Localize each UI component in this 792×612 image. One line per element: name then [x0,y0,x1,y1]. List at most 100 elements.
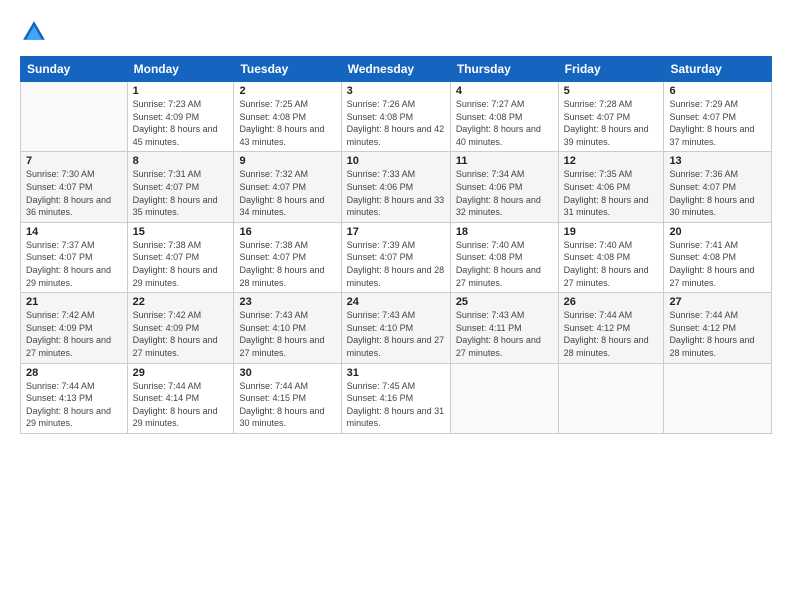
calendar-day-cell: 18Sunrise: 7:40 AMSunset: 4:08 PMDayligh… [450,222,558,292]
day-number: 4 [456,85,553,97]
weekday-header: Sunday [21,57,128,82]
page: SundayMondayTuesdayWednesdayThursdayFrid… [0,0,792,612]
day-info: Sunrise: 7:42 AMSunset: 4:09 PMDaylight:… [133,309,229,359]
day-number: 31 [347,367,445,379]
calendar-day-cell: 4Sunrise: 7:27 AMSunset: 4:08 PMDaylight… [450,82,558,152]
calendar-day-cell: 8Sunrise: 7:31 AMSunset: 4:07 PMDaylight… [127,152,234,222]
day-number: 20 [669,226,766,238]
calendar-day-cell: 30Sunrise: 7:44 AMSunset: 4:15 PMDayligh… [234,363,341,433]
calendar-day-cell: 11Sunrise: 7:34 AMSunset: 4:06 PMDayligh… [450,152,558,222]
calendar-day-cell: 9Sunrise: 7:32 AMSunset: 4:07 PMDaylight… [234,152,341,222]
day-info: Sunrise: 7:23 AMSunset: 4:09 PMDaylight:… [133,98,229,148]
header [20,18,772,46]
calendar-day-cell: 20Sunrise: 7:41 AMSunset: 4:08 PMDayligh… [664,222,772,292]
calendar-table: SundayMondayTuesdayWednesdayThursdayFrid… [20,56,772,434]
day-info: Sunrise: 7:43 AMSunset: 4:11 PMDaylight:… [456,309,553,359]
calendar-day-cell: 21Sunrise: 7:42 AMSunset: 4:09 PMDayligh… [21,293,128,363]
day-number: 6 [669,85,766,97]
calendar-day-cell: 26Sunrise: 7:44 AMSunset: 4:12 PMDayligh… [558,293,664,363]
day-info: Sunrise: 7:34 AMSunset: 4:06 PMDaylight:… [456,168,553,218]
day-number: 30 [239,367,335,379]
weekday-header: Saturday [664,57,772,82]
calendar-day-cell: 15Sunrise: 7:38 AMSunset: 4:07 PMDayligh… [127,222,234,292]
calendar-week-row: 14Sunrise: 7:37 AMSunset: 4:07 PMDayligh… [21,222,772,292]
calendar-day-cell: 23Sunrise: 7:43 AMSunset: 4:10 PMDayligh… [234,293,341,363]
calendar-day-cell [558,363,664,433]
day-info: Sunrise: 7:44 AMSunset: 4:12 PMDaylight:… [669,309,766,359]
day-number: 16 [239,226,335,238]
day-number: 2 [239,85,335,97]
calendar-day-cell: 25Sunrise: 7:43 AMSunset: 4:11 PMDayligh… [450,293,558,363]
calendar-day-cell: 3Sunrise: 7:26 AMSunset: 4:08 PMDaylight… [341,82,450,152]
day-number: 19 [564,226,659,238]
day-number: 25 [456,296,553,308]
day-number: 5 [564,85,659,97]
day-number: 15 [133,226,229,238]
day-number: 7 [26,155,122,167]
calendar-header-row: SundayMondayTuesdayWednesdayThursdayFrid… [21,57,772,82]
day-info: Sunrise: 7:25 AMSunset: 4:08 PMDaylight:… [239,98,335,148]
day-info: Sunrise: 7:38 AMSunset: 4:07 PMDaylight:… [239,239,335,289]
day-info: Sunrise: 7:43 AMSunset: 4:10 PMDaylight:… [347,309,445,359]
day-info: Sunrise: 7:26 AMSunset: 4:08 PMDaylight:… [347,98,445,148]
day-info: Sunrise: 7:44 AMSunset: 4:14 PMDaylight:… [133,380,229,430]
day-info: Sunrise: 7:45 AMSunset: 4:16 PMDaylight:… [347,380,445,430]
weekday-header: Thursday [450,57,558,82]
day-info: Sunrise: 7:40 AMSunset: 4:08 PMDaylight:… [456,239,553,289]
calendar-day-cell: 28Sunrise: 7:44 AMSunset: 4:13 PMDayligh… [21,363,128,433]
calendar-day-cell: 22Sunrise: 7:42 AMSunset: 4:09 PMDayligh… [127,293,234,363]
day-number: 13 [669,155,766,167]
day-number: 26 [564,296,659,308]
day-info: Sunrise: 7:38 AMSunset: 4:07 PMDaylight:… [133,239,229,289]
day-info: Sunrise: 7:41 AMSunset: 4:08 PMDaylight:… [669,239,766,289]
calendar-day-cell: 24Sunrise: 7:43 AMSunset: 4:10 PMDayligh… [341,293,450,363]
calendar-day-cell [21,82,128,152]
day-number: 11 [456,155,553,167]
day-number: 24 [347,296,445,308]
calendar-day-cell: 2Sunrise: 7:25 AMSunset: 4:08 PMDaylight… [234,82,341,152]
calendar-day-cell: 16Sunrise: 7:38 AMSunset: 4:07 PMDayligh… [234,222,341,292]
day-number: 21 [26,296,122,308]
day-number: 8 [133,155,229,167]
day-number: 17 [347,226,445,238]
calendar-day-cell: 10Sunrise: 7:33 AMSunset: 4:06 PMDayligh… [341,152,450,222]
day-info: Sunrise: 7:33 AMSunset: 4:06 PMDaylight:… [347,168,445,218]
day-info: Sunrise: 7:29 AMSunset: 4:07 PMDaylight:… [669,98,766,148]
weekday-header: Friday [558,57,664,82]
day-info: Sunrise: 7:36 AMSunset: 4:07 PMDaylight:… [669,168,766,218]
calendar-day-cell: 5Sunrise: 7:28 AMSunset: 4:07 PMDaylight… [558,82,664,152]
logo [20,18,52,46]
weekday-header: Tuesday [234,57,341,82]
weekday-header: Wednesday [341,57,450,82]
calendar-week-row: 7Sunrise: 7:30 AMSunset: 4:07 PMDaylight… [21,152,772,222]
day-number: 29 [133,367,229,379]
day-info: Sunrise: 7:31 AMSunset: 4:07 PMDaylight:… [133,168,229,218]
day-number: 10 [347,155,445,167]
day-number: 14 [26,226,122,238]
calendar-day-cell: 29Sunrise: 7:44 AMSunset: 4:14 PMDayligh… [127,363,234,433]
weekday-header: Monday [127,57,234,82]
calendar-week-row: 1Sunrise: 7:23 AMSunset: 4:09 PMDaylight… [21,82,772,152]
calendar-day-cell: 1Sunrise: 7:23 AMSunset: 4:09 PMDaylight… [127,82,234,152]
day-info: Sunrise: 7:37 AMSunset: 4:07 PMDaylight:… [26,239,122,289]
day-number: 27 [669,296,766,308]
calendar-day-cell: 17Sunrise: 7:39 AMSunset: 4:07 PMDayligh… [341,222,450,292]
calendar-day-cell: 13Sunrise: 7:36 AMSunset: 4:07 PMDayligh… [664,152,772,222]
day-info: Sunrise: 7:40 AMSunset: 4:08 PMDaylight:… [564,239,659,289]
calendar-day-cell: 12Sunrise: 7:35 AMSunset: 4:06 PMDayligh… [558,152,664,222]
day-number: 1 [133,85,229,97]
calendar-day-cell: 6Sunrise: 7:29 AMSunset: 4:07 PMDaylight… [664,82,772,152]
day-number: 12 [564,155,659,167]
calendar-week-row: 28Sunrise: 7:44 AMSunset: 4:13 PMDayligh… [21,363,772,433]
day-info: Sunrise: 7:27 AMSunset: 4:08 PMDaylight:… [456,98,553,148]
day-number: 18 [456,226,553,238]
day-info: Sunrise: 7:39 AMSunset: 4:07 PMDaylight:… [347,239,445,289]
day-info: Sunrise: 7:44 AMSunset: 4:13 PMDaylight:… [26,380,122,430]
day-number: 28 [26,367,122,379]
calendar-day-cell: 14Sunrise: 7:37 AMSunset: 4:07 PMDayligh… [21,222,128,292]
day-number: 22 [133,296,229,308]
day-info: Sunrise: 7:30 AMSunset: 4:07 PMDaylight:… [26,168,122,218]
day-info: Sunrise: 7:32 AMSunset: 4:07 PMDaylight:… [239,168,335,218]
day-number: 23 [239,296,335,308]
day-info: Sunrise: 7:44 AMSunset: 4:15 PMDaylight:… [239,380,335,430]
